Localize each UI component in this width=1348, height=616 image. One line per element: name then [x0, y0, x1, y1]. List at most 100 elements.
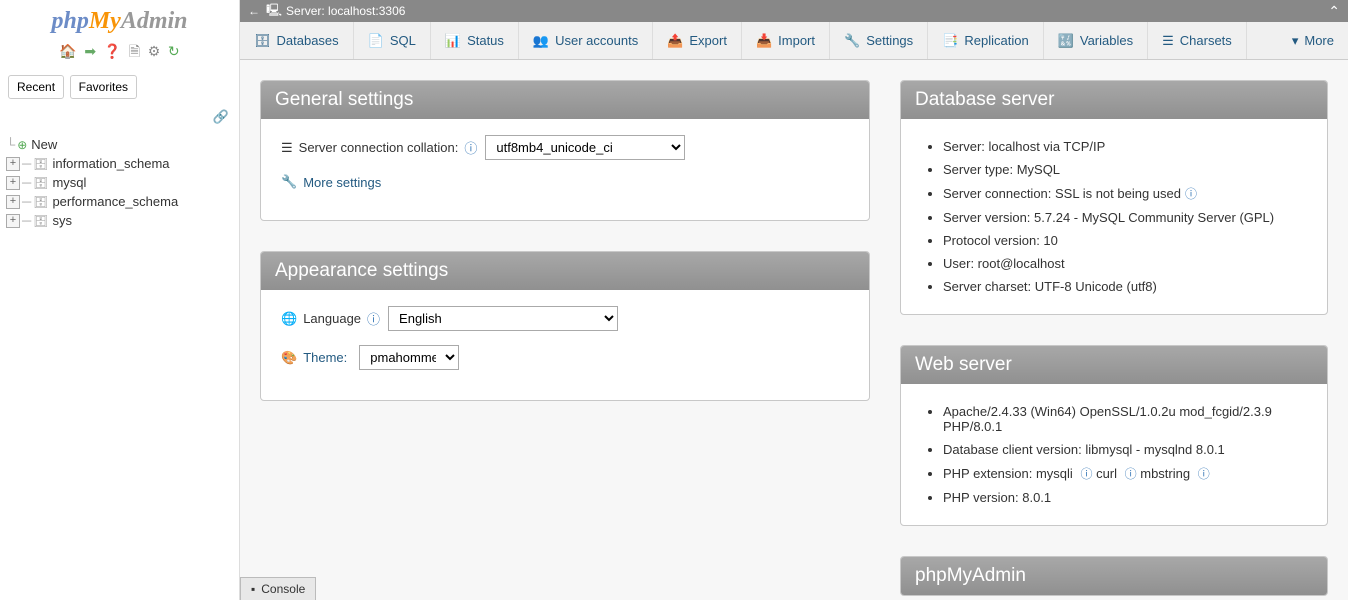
sidebar: phpMyAdmin 🏠 ➡ ❓ 🗎 ⚙ ↻ Recent Favorites …: [0, 0, 240, 600]
console-toggle[interactable]: ▪ Console: [240, 577, 316, 600]
settings-icon[interactable]: ⚙: [148, 43, 161, 60]
docs-icon[interactable]: ❓: [104, 43, 121, 60]
top-tabs: 🗄Databases📄SQL 📊 Status 👥 User accounts 📤 Expo…: [240, 22, 1348, 60]
logo[interactable]: phpMyAdmin: [0, 0, 239, 37]
replication-icon: 📑: [942, 33, 958, 49]
expand-icon[interactable]: +: [6, 214, 20, 228]
tree-branch-icon: ─: [22, 175, 31, 190]
help-icon[interactable]: ⓘ: [367, 309, 380, 328]
panel-header: Database server: [901, 81, 1327, 119]
list-item: Server charset: UTF-8 Unicode (utf8): [943, 275, 1307, 298]
tab-label: Export: [689, 33, 727, 48]
collapse-topbar-icon[interactable]: ⌃: [1328, 3, 1340, 20]
expand-icon[interactable]: +: [6, 195, 20, 209]
tab-charsets[interactable]: ☰ Charsets: [1148, 22, 1247, 59]
sidebar-tabs: Recent Favorites: [0, 69, 239, 105]
tree-db-item[interactable]: +─🗄mysql: [6, 173, 237, 192]
language-row: 🌐 Language ⓘ English: [281, 306, 849, 331]
tab-recent[interactable]: Recent: [8, 75, 64, 99]
user-accounts-icon: 👥: [533, 33, 549, 49]
home-icon[interactable]: 🏠: [59, 43, 76, 60]
tab-label: More: [1304, 33, 1334, 48]
charsets-icon: ☰: [1162, 33, 1174, 49]
logout-icon[interactable]: ➡: [84, 43, 96, 60]
expand-icon[interactable]: +: [6, 176, 20, 190]
panel-header: phpMyAdmin: [901, 557, 1327, 595]
console-label: Console: [261, 582, 305, 596]
list-item: Server connection: SSL is not being used…: [943, 181, 1307, 206]
status-icon: 📊: [445, 33, 461, 49]
sidebar-quick-icons: 🏠 ➡ ❓ 🗎 ⚙ ↻: [0, 37, 239, 69]
tab-more[interactable]: ▾ More: [1278, 22, 1348, 59]
list-item: Protocol version: 10: [943, 229, 1307, 252]
help-icon[interactable]: ⓘ: [1198, 467, 1210, 481]
more-settings-link[interactable]: More settings: [303, 175, 381, 190]
tab-label: Replication: [964, 33, 1028, 48]
collation-label: Server connection collation:: [299, 140, 459, 155]
list-item: Apache/2.4.33 (Win64) OpenSSL/1.0.2u mod…: [943, 400, 1307, 438]
tab-sql[interactable]: 📄SQL: [354, 22, 431, 59]
tree-new[interactable]: └ ⊕ New: [6, 135, 237, 154]
main-area: ← 🖳 Server: localhost:3306 ⌃ 🗄Databases📄…: [240, 0, 1348, 600]
tab-export[interactable]: 📤 Export: [653, 22, 742, 59]
logo-part2: My: [89, 8, 121, 34]
link-collapse-icon[interactable]: 🔗: [0, 105, 239, 129]
tab-label: Status: [467, 33, 504, 48]
reload-icon[interactable]: ↻: [168, 43, 180, 60]
wrench-icon: 🔧: [281, 174, 297, 190]
topbar: ← 🖳 Server: localhost:3306 ⌃: [240, 0, 1348, 22]
list-item: PHP version: 8.0.1: [943, 486, 1307, 509]
db-icon: 🗄: [33, 176, 48, 190]
theme-label[interactable]: Theme:: [303, 350, 347, 365]
theme-row: 🎨 Theme: pmahomme: [281, 345, 849, 370]
chevron-down-icon: ▾: [1292, 33, 1299, 49]
tab-favorites[interactable]: Favorites: [70, 75, 137, 99]
help-icon[interactable]: ⓘ: [464, 138, 477, 157]
more-settings-row: 🔧 More settings: [281, 174, 849, 190]
settings-icon: 🔧: [844, 33, 860, 49]
panel-appearance-settings: Appearance settings 🌐 Language ⓘ English…: [260, 251, 870, 401]
expand-icon[interactable]: +: [6, 157, 20, 171]
tree-db-item[interactable]: +─🗄information_schema: [6, 154, 237, 173]
server-breadcrumb[interactable]: Server: localhost:3306: [286, 4, 405, 18]
tree-new-label: New: [31, 137, 57, 152]
panel-phpmyadmin: phpMyAdmin: [900, 556, 1328, 596]
server-icon: 🖳: [266, 1, 282, 22]
tree-db-item[interactable]: +─🗄performance_schema: [6, 192, 237, 211]
list-item: Database client version: libmysql - mysq…: [943, 438, 1307, 461]
list-item: Server: localhost via TCP/IP: [943, 135, 1307, 158]
nav-toggle-icon[interactable]: ←: [248, 4, 260, 18]
tab-user-accounts[interactable]: 👥 User accounts: [519, 22, 653, 59]
tab-label: Charsets: [1180, 33, 1232, 48]
tab-databases[interactable]: 🗄Databases: [240, 22, 354, 59]
console-icon: ▪: [251, 582, 255, 596]
export-icon: 📤: [667, 33, 683, 49]
language-select[interactable]: English: [388, 306, 618, 331]
tab-replication[interactable]: 📑 Replication: [928, 22, 1044, 59]
theme-select[interactable]: pmahomme: [359, 345, 459, 370]
tab-label: Import: [778, 33, 815, 48]
dbserver-list: Server: localhost via TCP/IPServer type:…: [921, 135, 1307, 298]
db-icon: 🗄: [33, 195, 48, 209]
logo-part1: php: [51, 8, 88, 34]
sql-icon[interactable]: 🗎: [129, 41, 140, 65]
list-item: Server type: MySQL: [943, 158, 1307, 181]
panel-header: Web server: [901, 346, 1327, 384]
tree-branch-icon: ─: [22, 156, 31, 171]
globe-icon: 🌐: [281, 311, 297, 327]
collation-select[interactable]: utf8mb4_unicode_ci: [485, 135, 685, 160]
panel-database-server: Database server Server: localhost via TC…: [900, 80, 1328, 315]
db-label: performance_schema: [52, 194, 178, 209]
help-icon[interactable]: ⓘ: [1125, 467, 1137, 481]
tab-label: User accounts: [555, 33, 638, 48]
tab-variables[interactable]: 🔣Variables: [1044, 22, 1148, 59]
tree-branch-icon: ─: [22, 213, 31, 228]
db-icon: 🗄: [33, 214, 48, 228]
help-icon[interactable]: ⓘ: [1080, 467, 1092, 481]
help-icon[interactable]: ⓘ: [1185, 187, 1197, 201]
tab-settings[interactable]: 🔧Settings: [830, 22, 928, 59]
tab-import[interactable]: 📥Import: [742, 22, 830, 59]
tab-status[interactable]: 📊 Status: [431, 22, 519, 59]
tree-db-item[interactable]: +─🗄sys: [6, 211, 237, 230]
db-tree: └ ⊕ New +─🗄information_schema+─🗄mysql+─🗄…: [0, 129, 239, 236]
